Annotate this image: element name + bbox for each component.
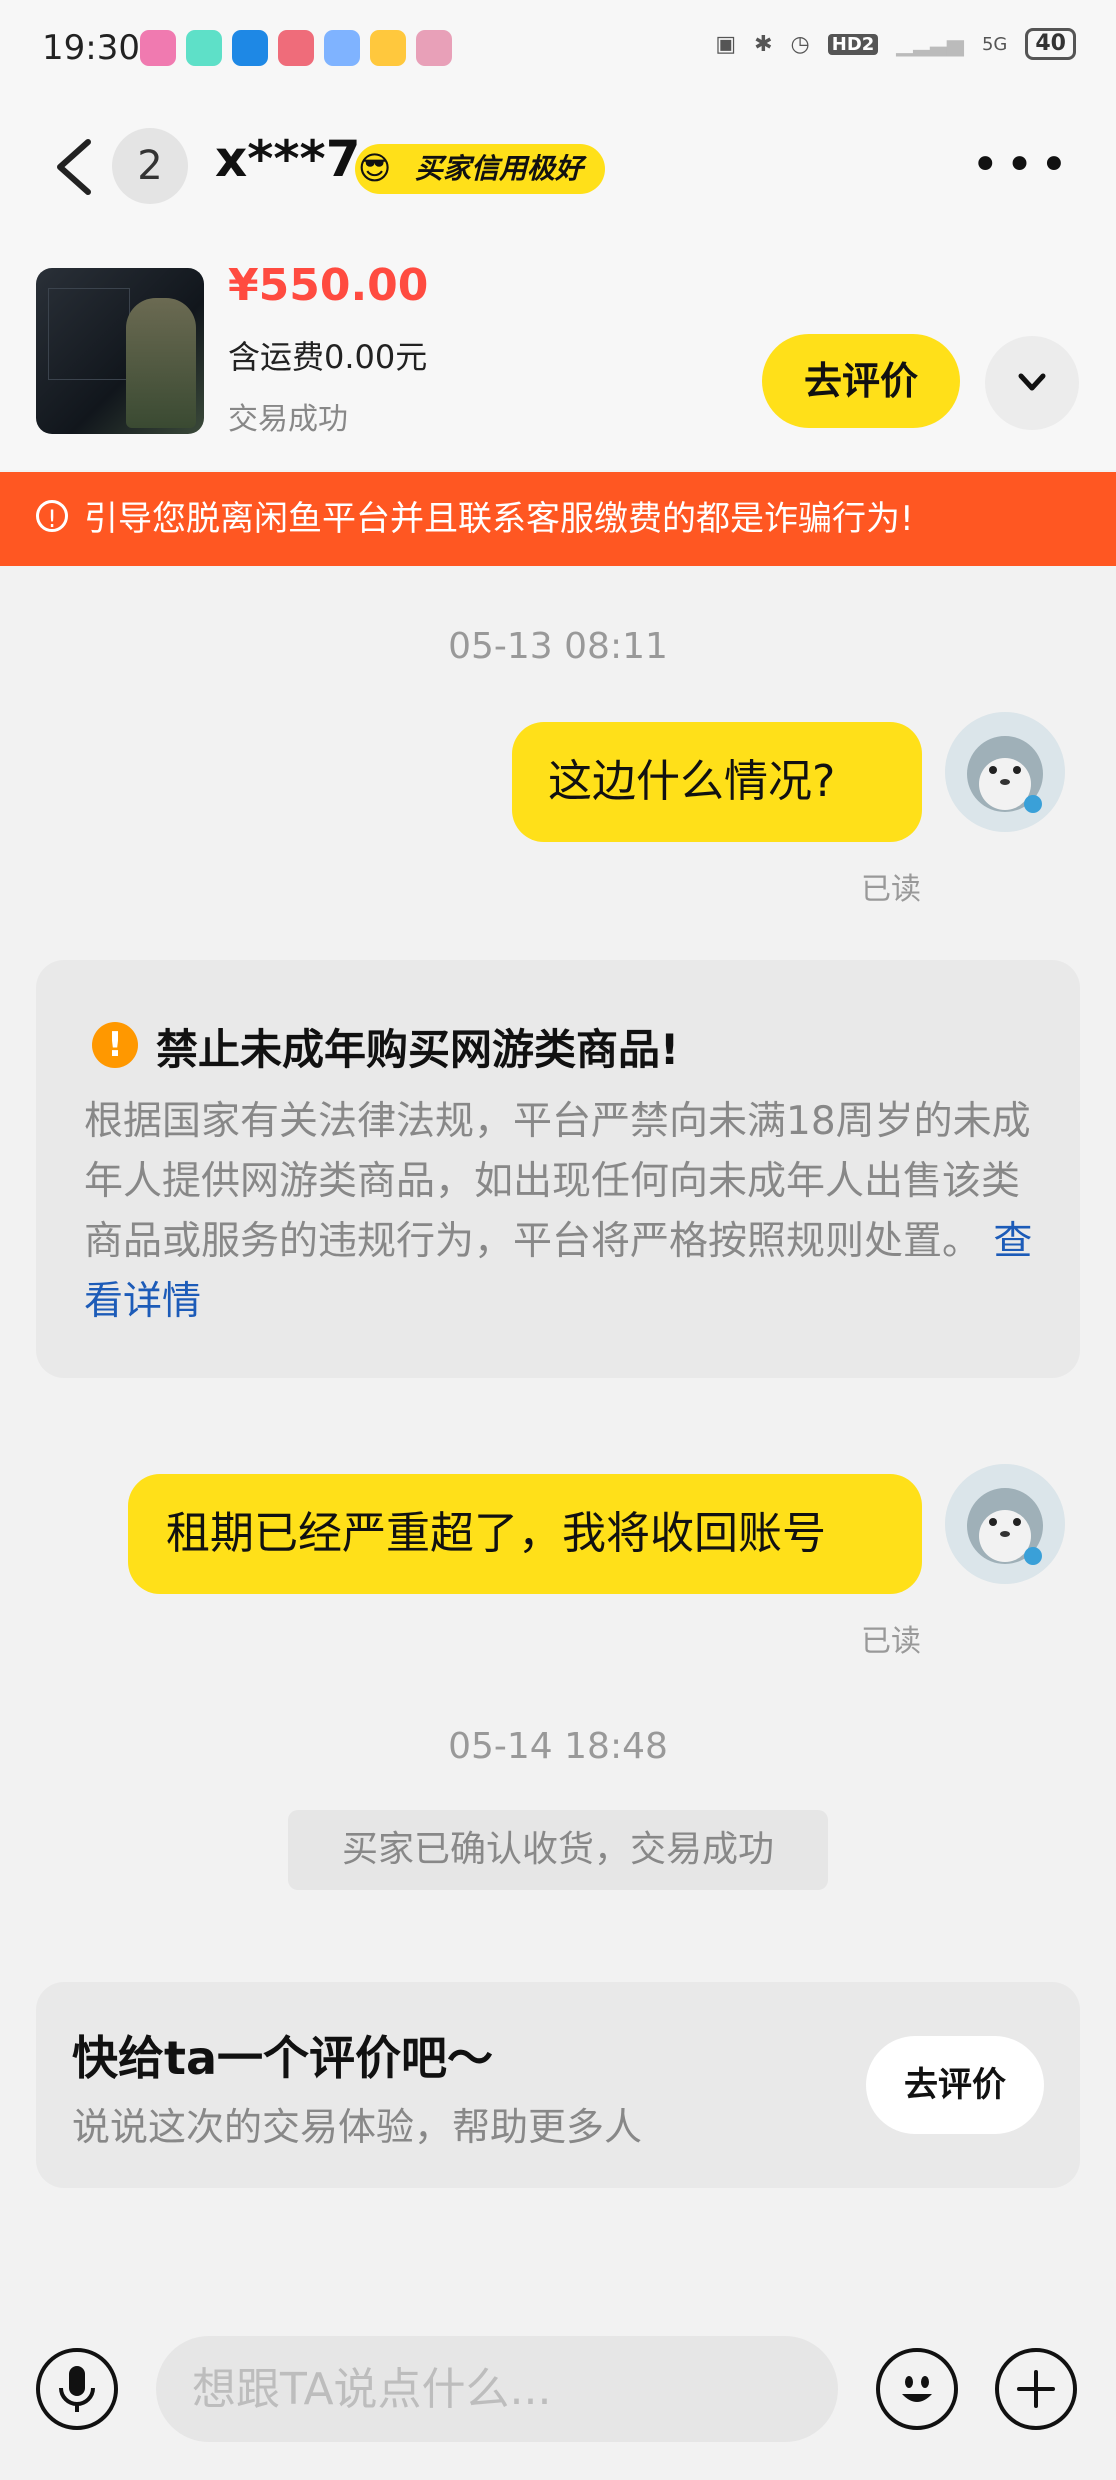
rating-title: 快给ta一个评价吧～: [72, 2031, 494, 2085]
alert-icon: !: [36, 500, 68, 533]
rating-subtitle: 说说这次的交易体验，帮助更多人: [72, 2105, 643, 2149]
read-status: 已读: [861, 1624, 921, 1659]
notice-body: 根据国家有关法律法规，平台严禁向未满18周岁的未成年人提供网游类商品，如出现任何…: [84, 1092, 1034, 1332]
notification-icons: [140, 30, 452, 66]
chevron-down-icon: [1018, 373, 1046, 391]
emoji-button[interactable]: [876, 2348, 958, 2430]
app-notification-icon: [232, 30, 268, 66]
read-status: 已读: [861, 872, 921, 907]
message-input[interactable]: [156, 2336, 838, 2442]
app-notification-icon: [416, 30, 452, 66]
message-timestamp: 05-13 08:11: [448, 626, 668, 667]
voice-button[interactable]: [36, 2348, 118, 2430]
more-menu-icon[interactable]: •••: [971, 141, 1074, 189]
message-bubble[interactable]: 这边什么情况?: [512, 722, 922, 842]
microphone-icon: [59, 2366, 95, 2412]
system-message: 买家已确认收货，交易成功: [288, 1810, 828, 1890]
review-button[interactable]: 去评价: [762, 334, 960, 428]
back-arrow-icon[interactable]: [48, 132, 108, 202]
thumbnail-ui-panel: [48, 288, 130, 380]
notice-title: 禁止未成年购买网游类商品!: [156, 1025, 680, 1074]
more-actions-button[interactable]: [995, 2348, 1077, 2430]
status-right: ▣ ✱ ◷ HD2 ▁▂▃▅ 5G 40: [715, 28, 1076, 60]
message-bubble[interactable]: 租期已经严重超了，我将收回账号: [128, 1474, 922, 1594]
contact-name[interactable]: x***7: [215, 130, 360, 188]
app-notification-icon: [278, 30, 314, 66]
signal-icon: ▁▂▃▅: [896, 31, 964, 57]
trade-status: 交易成功: [228, 402, 348, 437]
nfc-icon: ▣: [715, 31, 737, 57]
app-notification-icon: [140, 30, 176, 66]
app-notification-icon: [324, 30, 360, 66]
fraud-warning-text: 引导您脱离闲鱼平台并且联系客服缴费的都是诈骗行为!: [84, 499, 914, 539]
seal-avatar-icon: [945, 712, 1065, 832]
warning-icon: !: [92, 1022, 138, 1068]
bluetooth-icon: ✱: [754, 31, 773, 57]
smiley-icon: [902, 2376, 932, 2402]
hd-icon: HD2: [827, 33, 879, 55]
app-notification-icon: [186, 30, 222, 66]
sunglasses-icon: 😎: [358, 149, 392, 187]
avatar[interactable]: [945, 1464, 1065, 1584]
product-thumbnail[interactable]: [36, 268, 204, 434]
thumbnail-character: [126, 298, 196, 428]
network-label: 5G: [981, 33, 1008, 55]
shipping-fee: 含运费0.00元: [228, 338, 428, 376]
rate-button[interactable]: 去评价: [866, 2036, 1044, 2134]
notice-text: 根据国家有关法律法规，平台严禁向未满18周岁的未成年人提供网游类商品，如出现任何…: [84, 1099, 1031, 1264]
message-timestamp: 05-14 18:48: [448, 1726, 668, 1767]
status-time: 19:30: [42, 28, 140, 68]
avatar[interactable]: [945, 712, 1065, 832]
weibo-icon: [370, 30, 406, 66]
alarm-icon: ◷: [790, 31, 810, 57]
product-price: ¥550.00: [228, 260, 429, 311]
expand-button[interactable]: [985, 336, 1079, 430]
seal-avatar-icon: [945, 1464, 1065, 1584]
unread-count-badge: 2: [112, 128, 188, 204]
plus-icon: [1017, 2370, 1055, 2408]
battery-icon: 40: [1025, 28, 1076, 60]
